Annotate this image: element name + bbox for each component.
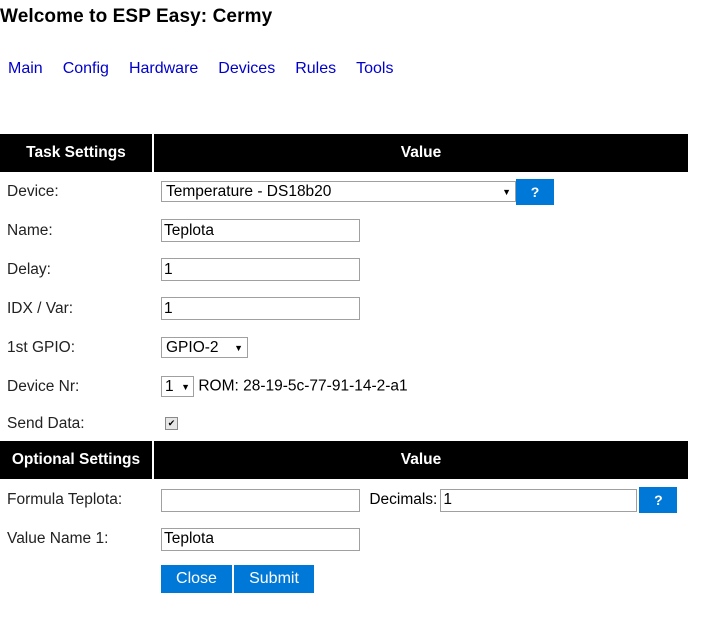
actions-cell: Close Submit xyxy=(153,557,688,601)
nav-link-main[interactable]: Main xyxy=(8,60,43,78)
decimals-input[interactable] xyxy=(440,488,638,512)
task-settings-table: Task Settings Value Device: Temperature … xyxy=(0,134,688,601)
task-value-header: Value xyxy=(153,134,688,172)
decimals-label: Decimals: xyxy=(369,491,438,508)
value-name-label: Value Name 1: xyxy=(7,530,109,547)
close-button[interactable]: Close xyxy=(161,565,232,593)
nav-link-rules[interactable]: Rules xyxy=(295,60,336,78)
submit-button[interactable]: Submit xyxy=(234,565,314,593)
actions-row: Close Submit xyxy=(0,557,688,601)
device-select[interactable]: Temperature - DS18b20 ▼ xyxy=(161,181,516,202)
value-name-input[interactable] xyxy=(161,527,360,551)
decimals-group: Decimals: ? xyxy=(364,487,678,513)
name-input[interactable] xyxy=(161,219,360,242)
delay-row: Delay: xyxy=(0,250,688,289)
rom-address-text: ROM: 28-19-5c-77-91-14-2-a1 xyxy=(198,377,408,395)
device-row: Device: Temperature - DS18b20 ▼ ? xyxy=(0,172,688,211)
delay-label: Delay: xyxy=(7,260,51,278)
formula-value-cell: Decimals: ? xyxy=(153,479,688,521)
send-data-value-cell: ✔ xyxy=(153,406,688,441)
name-row: Name: xyxy=(0,211,688,250)
value-name-row: Value Name 1: xyxy=(0,521,688,557)
device-help-button[interactable]: ? xyxy=(516,178,554,205)
gpio-row: 1st GPIO: GPIO-2 ▼ xyxy=(0,328,688,367)
formula-label: Formula Teplota: xyxy=(7,491,123,508)
gpio-label: 1st GPIO: xyxy=(7,338,76,356)
send-data-row: Send Data: ✔ xyxy=(0,406,688,441)
device-select-value: Temperature - DS18b20 xyxy=(166,182,332,200)
task-settings-header-row: Task Settings Value xyxy=(0,134,688,172)
device-nr-value-cell: 1 ▼ ROM: 28-19-5c-77-91-14-2-a1 xyxy=(153,367,688,406)
device-nr-select-value: 1 xyxy=(165,377,174,395)
gpio-select-value: GPIO-2 xyxy=(166,338,219,356)
actions-spacer xyxy=(0,557,153,601)
chevron-down-icon: ▼ xyxy=(234,342,243,353)
device-label: Device: xyxy=(7,182,59,200)
gpio-select[interactable]: GPIO-2 ▼ xyxy=(161,337,248,358)
gpio-value-cell: GPIO-2 ▼ xyxy=(153,328,688,367)
device-nr-select[interactable]: 1 ▼ xyxy=(161,376,194,397)
decimals-help-button[interactable]: ? xyxy=(639,487,678,513)
device-value-cell: Temperature - DS18b20 ▼ ? xyxy=(153,172,688,211)
value-name-value-cell xyxy=(153,521,688,557)
nav-link-devices[interactable]: Devices xyxy=(218,60,275,78)
optional-settings-header-row: Optional Settings Value xyxy=(0,441,688,479)
nav-link-tools[interactable]: Tools xyxy=(356,60,393,78)
nav-link-hardware[interactable]: Hardware xyxy=(129,60,198,78)
formula-input[interactable] xyxy=(161,488,360,512)
send-data-label: Send Data: xyxy=(7,414,85,432)
chevron-down-icon: ▼ xyxy=(502,186,511,197)
device-nr-label: Device Nr: xyxy=(7,377,80,395)
idx-row: IDX / Var: xyxy=(0,289,688,328)
idx-input[interactable] xyxy=(161,297,360,320)
formula-row: Formula Teplota: Decimals: ? xyxy=(0,479,688,521)
name-label: Name: xyxy=(7,221,53,239)
chevron-down-icon: ▼ xyxy=(181,381,190,392)
name-value-cell xyxy=(153,211,688,250)
delay-value-cell xyxy=(153,250,688,289)
send-data-checkbox[interactable]: ✔ xyxy=(165,416,178,430)
nav-link-config[interactable]: Config xyxy=(63,60,109,78)
page-title: Welcome to ESP Easy: Cermy xyxy=(0,6,273,27)
idx-value-cell xyxy=(153,289,688,328)
main-nav: Main Config Hardware Devices Rules Tools xyxy=(8,60,413,78)
task-settings-header: Task Settings xyxy=(0,134,154,172)
device-nr-row: Device Nr: 1 ▼ ROM: 28-19-5c-77-91-14-2-… xyxy=(0,367,688,406)
delay-input[interactable] xyxy=(161,258,360,281)
optional-settings-header: Optional Settings xyxy=(0,441,154,479)
optional-value-header: Value xyxy=(153,441,688,479)
idx-label: IDX / Var: xyxy=(7,299,74,317)
